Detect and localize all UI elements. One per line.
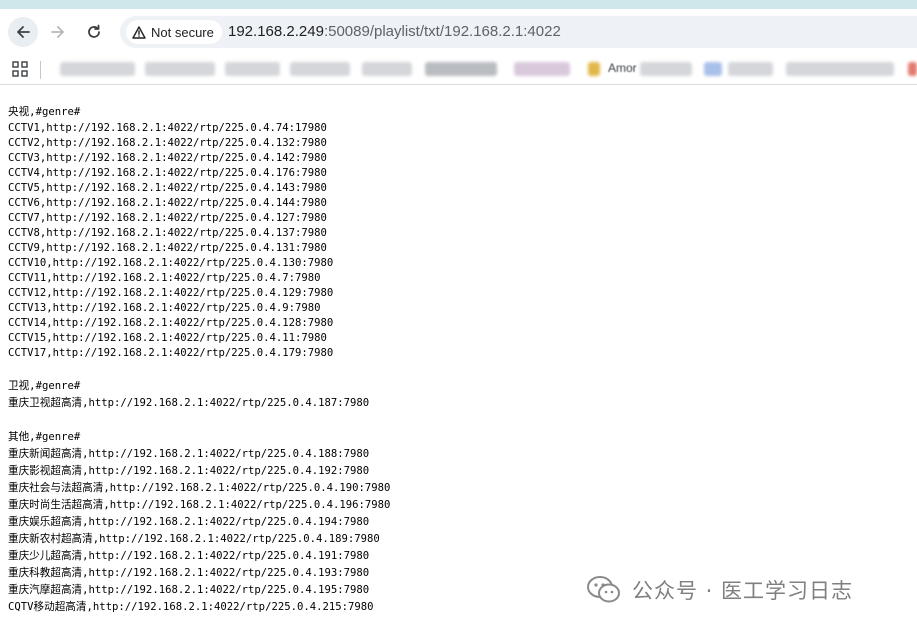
bookmarks-bar: Amor	[0, 55, 917, 85]
channel-line: CCTV1,http://192.168.2.1:4022/rtp/225.0.…	[8, 122, 327, 134]
channel-line: CCTV7,http://192.168.2.1:4022/rtp/225.0.…	[8, 212, 327, 224]
channel-list: 重庆卫视超高清,http://192.168.2.1:4022/rtp/225.…	[8, 395, 908, 412]
channel-line: CCTV17,http://192.168.2.1:4022/rtp/225.0…	[8, 347, 334, 359]
bookmark-item-blurred[interactable]	[514, 62, 570, 76]
bookmark-item-blurred[interactable]	[728, 62, 773, 76]
security-chip[interactable]: Not secure	[126, 20, 222, 44]
channel-line: CCTV14,http://192.168.2.1:4022/rtp/225.0…	[8, 317, 334, 329]
channel-line: 重庆卫视超高清,http://192.168.2.1:4022/rtp/225.…	[8, 397, 370, 409]
channel-line: CCTV9,http://192.168.2.1:4022/rtp/225.0.…	[8, 242, 327, 254]
channel-line: CCTV5,http://192.168.2.1:4022/rtp/225.0.…	[8, 182, 327, 194]
section-header: 央视,#genre#	[8, 106, 81, 118]
channel-line: CCTV6,http://192.168.2.1:4022/rtp/225.0.…	[8, 197, 327, 209]
window-top-strip	[0, 0, 917, 9]
channel-line: CCTV15,http://192.168.2.1:4022/rtp/225.0…	[8, 332, 327, 344]
forward-button[interactable]	[43, 17, 73, 47]
channel-line: 重庆影视超高清,http://192.168.2.1:4022/rtp/225.…	[8, 465, 370, 477]
address-bar[interactable]: Not secure 192.168.2.249:50089/playlist/…	[120, 16, 917, 48]
bookmark-item-label[interactable]: Amor	[608, 61, 637, 75]
wechat-logo-icon	[587, 576, 620, 603]
channel-line: 重庆新农村超高清,http://192.168.2.1:4022/rtp/225…	[8, 533, 380, 545]
bookmark-favicon	[704, 62, 722, 76]
channel-line: CCTV13,http://192.168.2.1:4022/rtp/225.0…	[8, 302, 321, 314]
security-label: Not secure	[151, 24, 214, 40]
bookmark-item-blurred[interactable]	[786, 62, 894, 76]
reload-button[interactable]	[79, 17, 109, 47]
back-button[interactable]	[8, 17, 38, 47]
bookmark-folder-icon	[588, 62, 600, 76]
section-satellite: 卫视,#genre# 重庆卫视超高清,http://192.168.2.1:40…	[8, 378, 908, 412]
bookmark-item-blurred[interactable]	[60, 62, 135, 76]
channel-line: CCTV11,http://192.168.2.1:4022/rtp/225.0…	[8, 272, 321, 284]
channel-line: 重庆时尚生活超高清,http://192.168.2.1:4022/rtp/22…	[8, 499, 391, 511]
bookmark-item-blurred[interactable]	[145, 62, 215, 76]
url-text[interactable]: 192.168.2.249:50089/playlist/txt/192.168…	[228, 23, 561, 40]
channel-line: CCTV2,http://192.168.2.1:4022/rtp/225.0.…	[8, 137, 327, 149]
channel-line: CCTV10,http://192.168.2.1:4022/rtp/225.0…	[8, 257, 334, 269]
channel-line: CCTV8,http://192.168.2.1:4022/rtp/225.0.…	[8, 227, 327, 239]
channel-line: 重庆娱乐超高清,http://192.168.2.1:4022/rtp/225.…	[8, 516, 370, 528]
channel-line: 重庆新闻超高清,http://192.168.2.1:4022/rtp/225.…	[8, 448, 370, 460]
url-path: :50089/playlist/txt/192.168.2.1:4022	[323, 23, 561, 40]
bookmark-item-blurred[interactable]	[225, 62, 280, 76]
watermark: 公众号 · 医工学习日志	[586, 573, 853, 607]
bookmark-favicon	[908, 62, 917, 76]
arrow-left-icon	[17, 26, 30, 38]
channel-list: CCTV1,http://192.168.2.1:4022/rtp/225.0.…	[8, 121, 908, 361]
bookmark-item-blurred[interactable]	[290, 62, 350, 76]
watermark-text: 公众号 · 医工学习日志	[632, 579, 854, 603]
bookmark-item-blurred[interactable]	[425, 62, 497, 76]
channel-line: 重庆少儿超高清,http://192.168.2.1:4022/rtp/225.…	[8, 550, 370, 562]
reload-icon	[88, 24, 100, 38]
channel-line: CCTV3,http://192.168.2.1:4022/rtp/225.0.…	[8, 152, 327, 164]
apps-grid-icon[interactable]	[12, 61, 28, 77]
channel-line: 重庆社会与法超高清,http://192.168.2.1:4022/rtp/22…	[8, 482, 391, 494]
section-header: 其他,#genre#	[8, 431, 81, 443]
arrow-right-icon	[51, 26, 64, 38]
warning-triangle-icon	[132, 25, 146, 39]
bookmark-item-blurred[interactable]	[362, 62, 412, 76]
playlist-text: 央视,#genre# CCTV1,http://192.168.2.1:4022…	[8, 104, 908, 616]
browser-toolbar: Not secure 192.168.2.249:50089/playlist/…	[0, 9, 917, 55]
bookmarks-separator	[40, 61, 41, 79]
channel-line: CCTV12,http://192.168.2.1:4022/rtp/225.0…	[8, 287, 334, 299]
bookmark-item-blurred[interactable]	[640, 62, 692, 76]
url-host: 192.168.2.249	[228, 23, 324, 40]
section-header: 卫视,#genre#	[8, 380, 81, 392]
channel-line: CCTV4,http://192.168.2.1:4022/rtp/225.0.…	[8, 167, 327, 179]
section-cctv: 央视,#genre# CCTV1,http://192.168.2.1:4022…	[8, 104, 908, 361]
